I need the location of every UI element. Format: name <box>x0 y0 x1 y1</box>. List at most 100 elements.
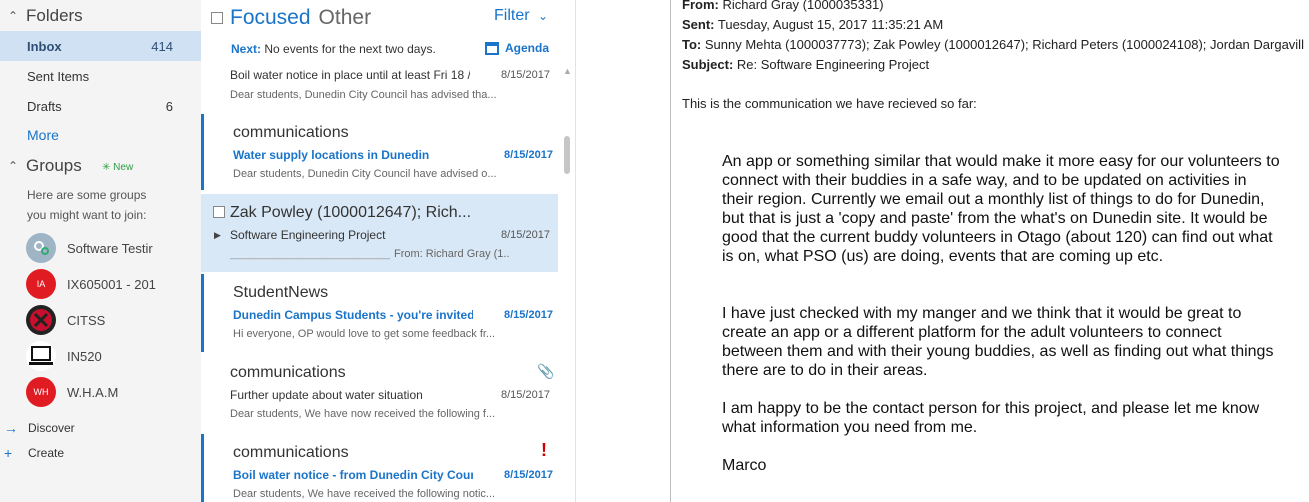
create-link[interactable]: + Create <box>4 444 64 462</box>
message-preview-rule: _______________________________ <box>230 248 390 260</box>
quote-divider <box>670 0 671 502</box>
email-paragraph: An app or something similar that would m… <box>722 153 1280 265</box>
message-list: Focused Other Filter ⌄ Next: No events f… <box>201 0 576 502</box>
message-preview: Hi everyone, OP would love to get some f… <box>233 328 496 340</box>
message-subject: Software Engineering Project <box>230 228 386 242</box>
filter-button[interactable]: Filter ⌄ <box>494 7 548 25</box>
group-name: IN520 <box>67 348 102 364</box>
discover-link[interactable]: → Discover <box>4 419 75 437</box>
group-avatar <box>26 233 56 263</box>
chevron-down-icon: ⌄ <box>538 9 549 23</box>
calendar-icon <box>485 41 499 55</box>
scroll-up-icon[interactable]: ▲ <box>563 66 572 76</box>
message-subject: Water supply locations in Dunedin <box>233 148 430 162</box>
filter-label: Filter <box>494 7 530 24</box>
group-item-software-testing[interactable]: Software Testir <box>26 233 201 263</box>
email-to-line: To: Sunny Mehta (1000037773); Zak Powley… <box>682 37 1309 52</box>
message-date: 8/15/2017 <box>501 229 550 241</box>
message-checkbox[interactable] <box>213 206 225 218</box>
message-preview: Dear students, We have received the foll… <box>233 488 496 500</box>
create-label: Create <box>28 446 65 460</box>
group-name: IX605001 - 201 <box>67 276 156 292</box>
tab-focused[interactable]: Focused <box>230 6 311 30</box>
folders-header[interactable]: ⌃ Folders <box>0 5 83 27</box>
laptop-icon <box>29 346 53 365</box>
folder-inbox[interactable]: Inbox 414 <box>0 31 201 61</box>
message-item-selected[interactable]: Zak Powley (1000012647); Rich... ▶ Softw… <box>201 194 558 272</box>
to-label: To: <box>682 37 702 52</box>
email-subject-line: Subject: Re: Software Engineering Projec… <box>682 57 929 72</box>
next-events-line: Next: No events for the next two days. <box>231 42 436 56</box>
message-sender: Zak Powley (1000012647); Rich... <box>230 204 472 221</box>
subject-value: Re: Software Engineering Project <box>736 57 930 72</box>
message-item[interactable]: communications 📎 Further update about wa… <box>201 354 558 432</box>
email-signature: Marco <box>722 457 767 474</box>
groups-hint-line-2: you might want to join: <box>27 208 147 222</box>
message-list-scrollbar[interactable]: ▲ <box>563 64 572 502</box>
message-subject: Boil water notice in place until at leas… <box>230 68 470 82</box>
new-badge-label: New <box>113 162 134 173</box>
from-value: Richard Gray (1000035331) <box>722 0 884 12</box>
groups-hint-line-1: Here are some groups <box>27 188 147 202</box>
message-date: 8/15/2017 <box>501 389 550 401</box>
arrow-right-icon: → <box>4 420 18 436</box>
plus-icon: + <box>4 445 13 461</box>
groups-title: Groups <box>26 156 82 175</box>
message-date: 8/15/2017 <box>504 149 553 161</box>
new-badge: ✳ New <box>102 162 133 173</box>
to-value: Sunny Mehta (1000037773); Zak Powley (10… <box>704 37 1304 52</box>
gears-icon <box>34 241 49 255</box>
group-name: W.H.A.M <box>67 384 119 400</box>
group-item-citss[interactable]: CITSS <box>26 305 201 335</box>
tab-other[interactable]: Other <box>319 6 372 30</box>
inbox-tabs: Focused Other <box>211 4 371 32</box>
paperclip-icon: 📎 <box>537 363 555 379</box>
message-item[interactable]: Boil water notice in place until at leas… <box>201 64 558 116</box>
expand-triangle-icon[interactable]: ▶ <box>214 230 221 241</box>
message-date: 8/15/2017 <box>501 69 550 81</box>
agenda-button[interactable]: Agenda <box>485 41 549 55</box>
message-sender: communications <box>233 124 349 141</box>
email-paragraph: I am happy to be the contact person for … <box>722 400 1260 436</box>
folder-drafts-count: 6 <box>165 98 173 114</box>
from-label: From: <box>682 0 719 12</box>
group-avatar: WH <box>26 377 56 407</box>
sent-value: Tuesday, August 15, 2017 11:35:21 AM <box>717 17 944 32</box>
message-preview: Dear students, Dunedin City Council has … <box>230 89 497 101</box>
group-item-ix605001[interactable]: IA IX605001 - 201 <box>26 269 201 299</box>
message-preview: From: Richard Gray (1... <box>394 248 509 260</box>
next-events-text: No events for the next two days. <box>264 42 436 56</box>
message-date: 8/15/2017 <box>504 309 553 321</box>
message-sender: communications <box>230 364 346 381</box>
sent-label: Sent: <box>682 17 715 32</box>
group-name: CITSS <box>67 312 106 328</box>
message-preview: Dear students, We have now received the … <box>230 408 496 420</box>
group-avatar <box>26 341 56 371</box>
group-avatar <box>26 305 56 335</box>
group-item-in520[interactable]: IN520 <box>26 341 201 371</box>
discover-label: Discover <box>28 421 75 435</box>
subject-label: Subject: <box>682 57 734 72</box>
message-subject: Dunedin Campus Students - you're invited… <box>233 308 473 322</box>
select-all-checkbox[interactable] <box>211 12 223 24</box>
scrollbar-thumb[interactable] <box>564 136 570 174</box>
group-item-wham[interactable]: WH W.H.A.M <box>26 377 201 407</box>
chevron-up-icon[interactable]: ⌃ <box>0 159 26 173</box>
message-item[interactable]: communications Water supply locations in… <box>201 114 558 190</box>
message-subject: Boil water notice - from Dunedin City Co… <box>233 468 473 482</box>
groups-header[interactable]: ⌃ Groups <box>0 155 82 177</box>
sparkle-icon: ✳ <box>102 162 111 173</box>
message-preview: Dear students, Dunedin City Council have… <box>233 168 497 180</box>
email-from-line: From: Richard Gray (1000035331) <box>682 0 884 12</box>
citss-logo-icon <box>30 309 52 331</box>
folder-sent-items[interactable]: Sent Items <box>0 61 201 91</box>
message-item[interactable]: communications ! Boil water notice - fro… <box>201 434 558 502</box>
high-importance-icon: ! <box>541 440 547 460</box>
chevron-up-icon[interactable]: ⌃ <box>0 9 26 23</box>
message-item[interactable]: StudentNews Dunedin Campus Students - yo… <box>201 274 558 352</box>
more-folders-link[interactable]: More <box>27 127 59 143</box>
folder-inbox-label: Inbox <box>27 38 62 54</box>
email-sent-line: Sent: Tuesday, August 15, 2017 11:35:21 … <box>682 17 943 32</box>
folder-sent-items-label: Sent Items <box>27 68 90 84</box>
folder-drafts[interactable]: Drafts 6 <box>0 91 201 121</box>
